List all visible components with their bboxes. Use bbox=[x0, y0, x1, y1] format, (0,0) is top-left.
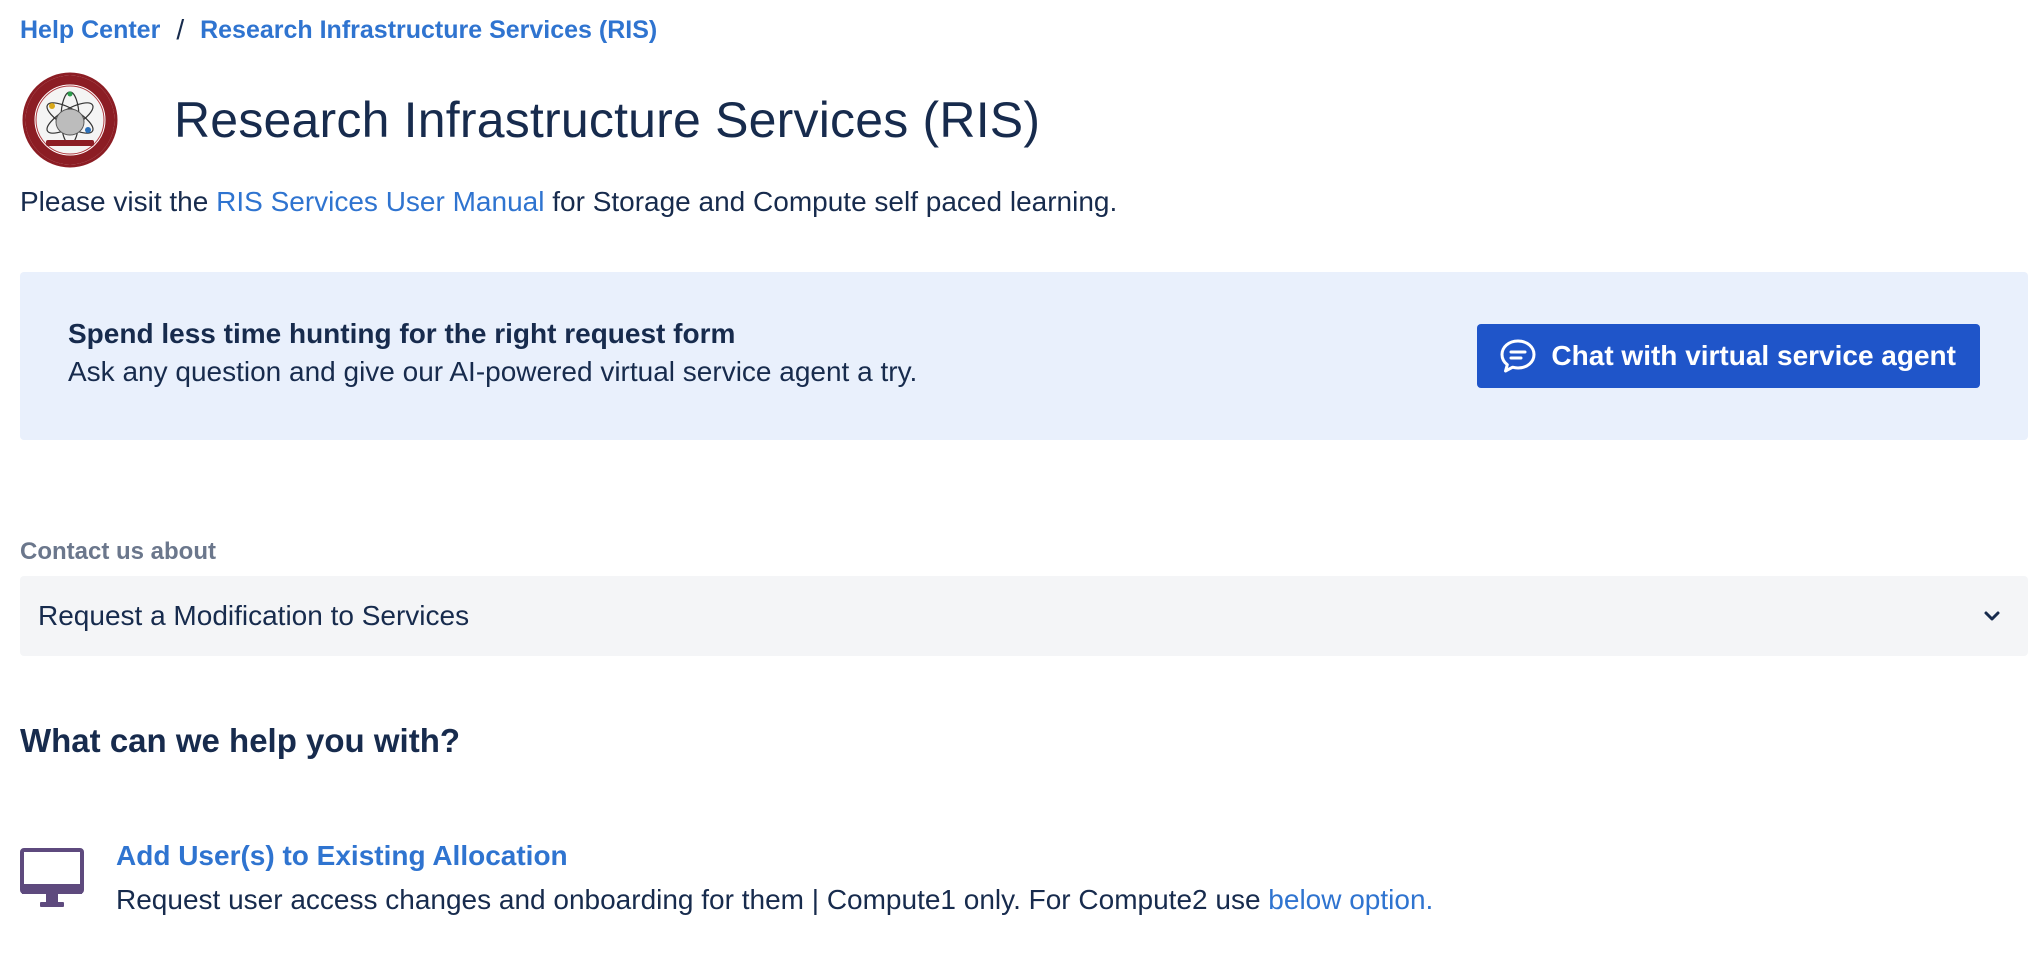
user-manual-link[interactable]: RIS Services User Manual bbox=[216, 186, 544, 217]
chat-bubble-icon bbox=[1500, 339, 1536, 373]
chat-virtual-agent-button[interactable]: Chat with virtual service agent bbox=[1477, 324, 1980, 388]
chat-button-label: Chat with virtual service agent bbox=[1551, 340, 1956, 371]
intro-suffix: for Storage and Compute self paced learn… bbox=[544, 186, 1118, 217]
add-users-option-description: Request user access changes and onboardi… bbox=[116, 884, 1433, 916]
request-type-option: Add User(s) to Existing Allocation Reque… bbox=[20, 840, 1620, 920]
banner-description: Ask any question and give our AI-powered… bbox=[68, 356, 918, 387]
option-description-text: Request user access changes and onboardi… bbox=[116, 884, 1269, 915]
contact-us-label: Contact us about bbox=[20, 538, 216, 565]
monitor-icon bbox=[20, 848, 84, 907]
breadcrumb-separator: / bbox=[176, 14, 185, 45]
breadcrumb-current-link[interactable]: Research Infrastructure Services (RIS) bbox=[200, 16, 657, 45]
virtual-agent-banner: Spend less time hunting for the right re… bbox=[20, 272, 2028, 440]
add-users-option-link[interactable]: Add User(s) to Existing Allocation bbox=[116, 840, 568, 872]
help-center-page: Help Center / Research Infrastructure Se… bbox=[0, 0, 2038, 964]
intro-text: Please visit the RIS Services User Manua… bbox=[20, 186, 1117, 218]
help-heading: What can we help you with? bbox=[20, 722, 461, 759]
chevron-down-icon bbox=[1984, 611, 2000, 621]
ris-logo-icon bbox=[22, 72, 118, 168]
contact-select-value: Request a Modification to Services bbox=[38, 600, 470, 631]
intro-prefix: Please visit the bbox=[20, 186, 217, 217]
page-header: Research Infrastructure Services (RIS) bbox=[22, 72, 1040, 168]
breadcrumb-home-link[interactable]: Help Center bbox=[20, 16, 160, 45]
banner-title: Spend less time hunting for the right re… bbox=[68, 318, 736, 349]
breadcrumb: Help Center / Research Infrastructure Se… bbox=[20, 14, 657, 46]
below-option-link[interactable]: below option. bbox=[1268, 884, 1433, 915]
contact-us-select[interactable]: Request a Modification to Services bbox=[20, 576, 2028, 656]
page-title: Research Infrastructure Services (RIS) bbox=[174, 92, 1041, 148]
